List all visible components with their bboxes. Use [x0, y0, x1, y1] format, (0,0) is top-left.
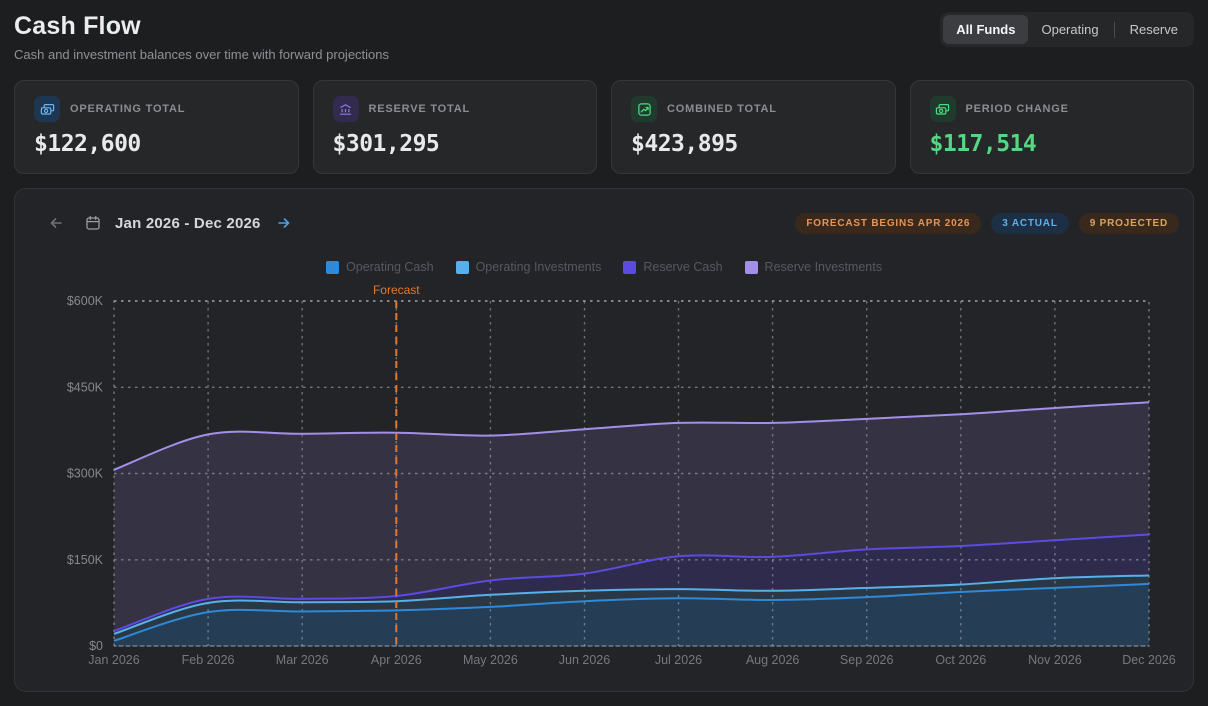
legend-label: Reserve Investments [765, 260, 882, 274]
badge-3-actual: 3 ACTUAL [991, 213, 1068, 234]
x-axis-tick: Aug 2026 [746, 653, 800, 667]
legend-label: Operating Investments [476, 260, 602, 274]
stat-value: $301,295 [333, 131, 578, 157]
chart-header: Jan 2026 - Dec 2026 FORECAST BEGINS APR … [15, 189, 1193, 247]
page-subtitle: Cash and investment balances over time w… [14, 47, 1194, 62]
badge-9-projected: 9 PROJECTED [1079, 213, 1179, 234]
stat-card-reserve-total: RESERVE TOTAL $301,295 [313, 80, 598, 174]
x-axis-tick: Mar 2026 [276, 653, 329, 667]
x-axis-tick: Sep 2026 [840, 653, 894, 667]
calendar-icon [85, 215, 101, 231]
legend-item-operating-cash: Operating Cash [326, 260, 434, 274]
x-axis-tick: Feb 2026 [182, 653, 235, 667]
tab-reserve[interactable]: Reserve [1117, 15, 1191, 44]
x-axis-tick: Jun 2026 [559, 653, 610, 667]
funds-tab-group: All FundsOperatingReserve [940, 12, 1194, 47]
x-axis-tick: Jan 2026 [88, 653, 139, 667]
chart-legend: Operating Cash Operating Investments Res… [15, 260, 1193, 274]
legend-item-reserve-cash: Reserve Cash [623, 260, 722, 274]
legend-label: Operating Cash [346, 260, 434, 274]
x-axis-tick: Jul 2026 [655, 653, 702, 667]
date-range-nav: Jan 2026 - Dec 2026 [45, 213, 295, 233]
x-axis-tick: Apr 2026 [371, 653, 422, 667]
date-range-label: Jan 2026 - Dec 2026 [115, 215, 261, 232]
stat-value: $117,514 [930, 131, 1175, 157]
stat-card-header: OPERATING TOTAL [34, 96, 279, 122]
stat-card-header: PERIOD CHANGE [930, 96, 1175, 122]
stat-label: COMBINED TOTAL [667, 103, 777, 115]
x-axis-tick: Dec 2026 [1122, 653, 1176, 667]
legend-swatch [623, 261, 636, 274]
y-axis-tick: $300K [67, 467, 104, 481]
previous-period-button[interactable] [45, 213, 67, 233]
arrow-right-icon [275, 215, 293, 231]
stat-card-header: COMBINED TOTAL [631, 96, 876, 122]
banknotes-icon [930, 96, 956, 122]
legend-label: Reserve Cash [643, 260, 722, 274]
stat-value: $423,895 [631, 131, 876, 157]
tab-divider [1114, 22, 1115, 38]
stat-label: PERIOD CHANGE [966, 103, 1069, 115]
chart-badges: FORECAST BEGINS APR 2026 3 ACTUAL 9 PROJEC… [795, 213, 1179, 234]
legend-swatch [745, 261, 758, 274]
legend-item-operating-investments: Operating Investments [456, 260, 602, 274]
stat-card-operating-total: OPERATING TOTAL $122,600 [14, 80, 299, 174]
legend-swatch [456, 261, 469, 274]
legend-item-reserve-investments: Reserve Investments [745, 260, 882, 274]
stat-card-combined-total: COMBINED TOTAL $423,895 [611, 80, 896, 174]
bank-icon [333, 96, 359, 122]
forecast-label: Forecast [373, 283, 420, 297]
stat-card-period-change: PERIOD CHANGE $117,514 [910, 80, 1195, 174]
legend-swatch [326, 261, 339, 274]
tab-all-funds[interactable]: All Funds [943, 15, 1028, 44]
stat-card-header: RESERVE TOTAL [333, 96, 578, 122]
x-axis-tick: May 2026 [463, 653, 518, 667]
y-axis-tick: $0 [89, 639, 103, 653]
next-period-button[interactable] [273, 213, 295, 233]
y-axis-tick: $150K [67, 553, 104, 567]
arrow-left-icon [47, 215, 65, 231]
y-axis-tick: $450K [67, 380, 104, 394]
y-axis-tick: $600K [67, 294, 104, 308]
stat-label: RESERVE TOTAL [369, 103, 470, 115]
page-header: Cash Flow Cash and investment balances o… [0, 0, 1208, 78]
chart-up-icon [631, 96, 657, 122]
tab-operating[interactable]: Operating [1028, 15, 1111, 44]
banknotes-icon [34, 96, 60, 122]
stat-label: OPERATING TOTAL [70, 103, 185, 115]
cash-flow-chart-panel: $0 $150K $300K $450K $600K Jan 2026 Feb 2026 Ma… [14, 188, 1194, 692]
stats-row: OPERATING TOTAL $122,600 RESERVE TOTAL $… [0, 80, 1208, 174]
badge-forecast-begins-apr-2026: FORECAST BEGINS APR 2026 [795, 213, 981, 234]
x-axis-tick: Oct 2026 [935, 653, 986, 667]
stat-value: $122,600 [34, 131, 279, 157]
x-axis-tick: Nov 2026 [1028, 653, 1082, 667]
